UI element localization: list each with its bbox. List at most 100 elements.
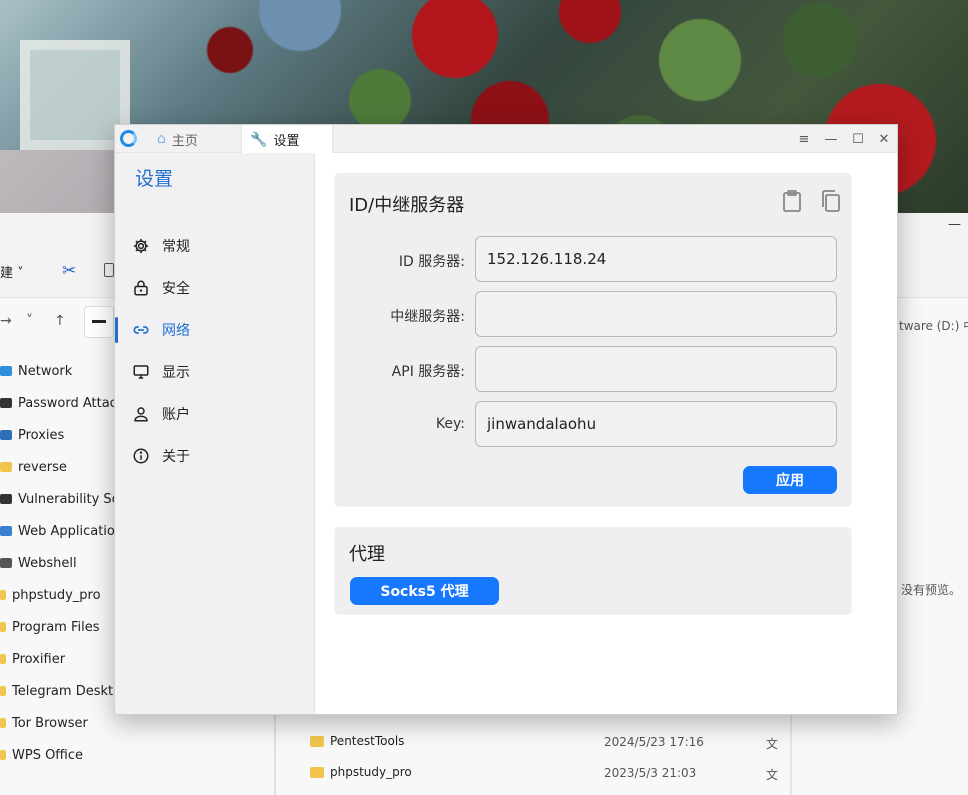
sidebar-item-label: Proxies xyxy=(18,427,65,443)
terminal-icon xyxy=(0,558,12,568)
preview-pane-text: 没有预览。 xyxy=(901,583,962,597)
copy-icon[interactable] xyxy=(104,263,114,277)
relay-server-label: 中继服务器: xyxy=(390,309,465,325)
app-logo-icon xyxy=(120,130,137,147)
sidebar-item-password-attack[interactable]: Password Attack xyxy=(0,392,124,414)
sidebar-item-label: 关于 xyxy=(162,449,190,465)
explorer-pane-divider[interactable] xyxy=(274,713,276,795)
explorer-minimize-icon[interactable]: — xyxy=(948,217,961,232)
webapp-icon xyxy=(0,526,12,536)
file-row[interactable]: phpstudy_pro xyxy=(310,761,412,783)
card-title: ID/中继服务器 xyxy=(349,195,465,216)
sidebar-item-program-files[interactable]: Program Files xyxy=(0,616,100,638)
sidebar-item-label: 账户 xyxy=(162,407,190,423)
folder-icon xyxy=(0,462,12,472)
monitor-icon xyxy=(0,366,12,376)
sidebar-item-label: Password Attack xyxy=(18,395,125,411)
relay-server-input[interactable] xyxy=(475,291,837,337)
apply-button[interactable]: 应用 xyxy=(743,466,837,494)
sidebar-item-label: Program Files xyxy=(12,619,100,635)
socks5-proxy-button[interactable]: Socks5 代理 xyxy=(350,577,499,605)
sidebar-item-telegram-desktop[interactable]: Telegram Desktop xyxy=(0,680,129,702)
sidebar-item-network[interactable]: Network xyxy=(0,360,72,382)
sidebar-item-security[interactable]: 安全 xyxy=(115,267,314,309)
sidebar-item-web-application[interactable]: Web Application xyxy=(0,520,123,542)
copy-icon[interactable] xyxy=(820,189,842,213)
sidebar-item-label: Web Application xyxy=(18,523,124,539)
sidebar-item-general[interactable]: 常规 xyxy=(115,225,314,267)
key-input[interactable] xyxy=(475,401,837,447)
file-date: 2023/5/3 21:03 xyxy=(604,766,697,780)
folder-icon xyxy=(0,622,6,632)
key-label: Key: xyxy=(435,416,465,432)
clipboard-icon[interactable] xyxy=(781,189,803,213)
sidebar-item-label: Network xyxy=(18,363,73,379)
sidebar-item-label: WPS Office xyxy=(12,747,84,763)
sidebar-item-reverse[interactable]: reverse xyxy=(0,456,67,478)
folder-icon xyxy=(310,735,324,747)
tab-home[interactable]: ⌂ 主页 xyxy=(147,125,241,153)
remote-desktop-app-window: ⌂ 主页 🔧 设置 ≡ — ☐ ✕ 设置 常规 安全 网络 显示 账户 关于 I… xyxy=(114,124,898,715)
sidebar-item-label: reverse xyxy=(18,459,67,475)
settings-content: ID/中继服务器 ID 服务器: 中继服务器: API 服务器: Key: 应用… xyxy=(315,153,897,714)
sidebar-item-proxifier[interactable]: Proxifier xyxy=(0,648,65,670)
file-name: PentestTools xyxy=(330,734,405,748)
tab-label: 主页 xyxy=(171,133,198,149)
folder-icon xyxy=(310,766,324,778)
sidebar-item-proxies[interactable]: Proxies xyxy=(0,424,64,446)
explorer-new-button[interactable]: 建 ˅ xyxy=(0,262,24,281)
minimize-icon[interactable]: — xyxy=(818,125,844,153)
folder-icon xyxy=(0,718,6,728)
chevron-down-icon[interactable]: ˅ xyxy=(26,313,33,329)
sidebar-item-tor-browser[interactable]: Tor Browser xyxy=(0,712,88,734)
sidebar-item-display[interactable]: 显示 xyxy=(115,351,314,393)
person-lock-icon xyxy=(0,398,12,408)
tab-settings[interactable]: 🔧 设置 xyxy=(241,125,333,154)
card-title: 代理 xyxy=(349,544,385,565)
home-icon: ⌂ xyxy=(157,131,166,147)
file-type: 文 xyxy=(766,737,779,751)
scissors-icon[interactable]: ✂ xyxy=(62,261,76,281)
sidebar-item-about[interactable]: 关于 xyxy=(115,435,314,477)
explorer-scrollbar[interactable] xyxy=(790,713,792,795)
sidebar-item-label: 常规 xyxy=(162,239,190,255)
sidebar-item-vulnerability-scan[interactable]: Vulnerability Sca xyxy=(0,488,127,510)
sidebar-item-label: 网络 xyxy=(162,323,190,339)
api-server-input[interactable] xyxy=(475,346,837,392)
sidebar-item-label: Vulnerability Sca xyxy=(18,491,127,507)
sidebar-item-label: 安全 xyxy=(162,281,190,297)
up-arrow-icon[interactable]: ↑ xyxy=(54,313,66,329)
id-relay-server-card: ID/中继服务器 ID 服务器: 中继服务器: API 服务器: Key: 应用 xyxy=(335,173,851,505)
sidebar-item-webshell[interactable]: Webshell xyxy=(0,552,77,574)
address-path[interactable]: tware (D:) 中 xyxy=(899,317,968,334)
monitor-icon xyxy=(131,362,151,382)
sidebar-item-label: Proxifier xyxy=(12,651,66,667)
sidebar-item-label: Webshell xyxy=(18,555,77,571)
settings-title: 设置 xyxy=(135,168,174,190)
file-type: 文 xyxy=(766,768,779,782)
folder-icon xyxy=(0,590,6,600)
wrench-icon: 🔧 xyxy=(250,131,268,148)
forward-arrow-icon[interactable]: → xyxy=(0,313,12,329)
collapse-button[interactable] xyxy=(84,306,114,338)
spy-icon xyxy=(0,494,12,504)
wallpaper-figure-detail xyxy=(0,150,130,215)
folder-icon xyxy=(0,654,6,664)
sidebar-item-label: Telegram Desktop xyxy=(12,683,130,699)
folder-icon xyxy=(0,686,6,696)
menu-icon[interactable]: ≡ xyxy=(791,125,817,153)
file-row[interactable]: PentestTools xyxy=(310,730,404,752)
sidebar-item-wps-office[interactable]: WPS Office xyxy=(0,744,83,766)
maximize-icon[interactable]: ☐ xyxy=(845,125,871,153)
sidebar-item-phpstudy-pro[interactable]: phpstudy_pro xyxy=(0,584,101,606)
id-server-input[interactable] xyxy=(475,236,837,282)
close-icon[interactable]: ✕ xyxy=(871,125,897,153)
sidebar-item-label: phpstudy_pro xyxy=(12,587,101,603)
settings-sidebar: 设置 常规 安全 网络 显示 账户 关于 xyxy=(115,153,315,714)
sidebar-item-network[interactable]: 网络 xyxy=(115,309,314,351)
sidebar-item-label: Tor Browser xyxy=(12,715,88,731)
api-server-label: API 服务器: xyxy=(391,364,465,380)
person-icon xyxy=(131,404,151,424)
sidebar-item-account[interactable]: 账户 xyxy=(115,393,314,435)
sidebar-item-label: 显示 xyxy=(162,365,190,381)
